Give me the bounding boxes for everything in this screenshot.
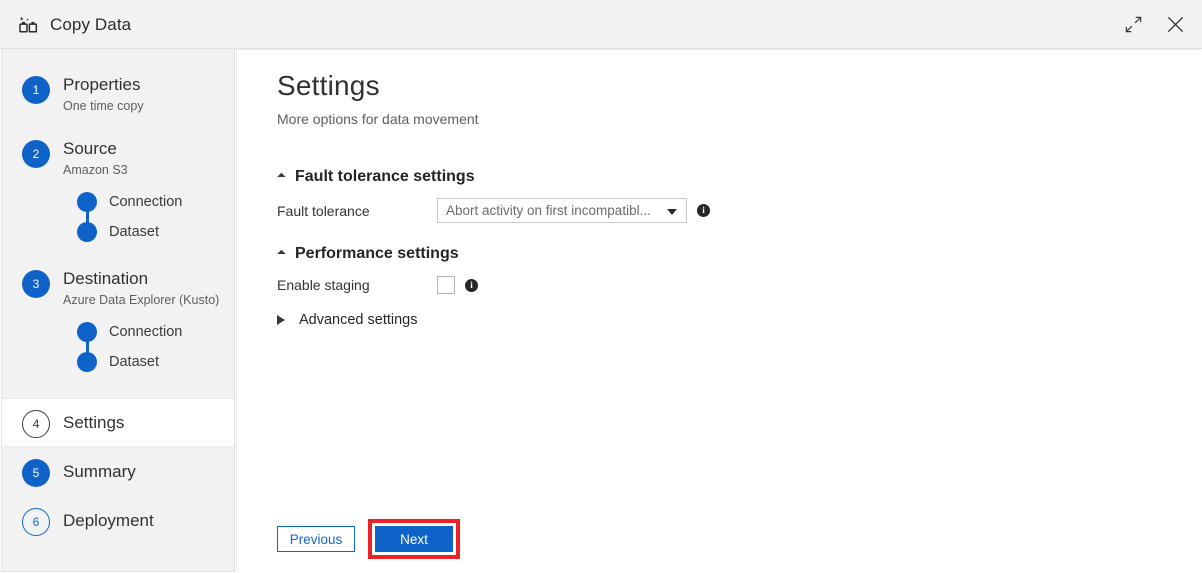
wizard-steps-sidebar: 1 Properties One time copy 2 Source Amaz… <box>1 49 235 572</box>
previous-button[interactable]: Previous <box>277 526 355 552</box>
fault-tolerance-section-header[interactable]: Fault tolerance settings <box>277 168 475 186</box>
sidebar-step-source-title: Source <box>63 138 128 160</box>
substep-connector-line <box>86 209 89 227</box>
advanced-settings-toggle[interactable]: Advanced settings <box>277 312 418 328</box>
next-button[interactable]: Next <box>375 526 453 552</box>
step-number-badge-1: 1 <box>22 76 50 104</box>
step-number-badge-6: 6 <box>22 508 50 536</box>
sidebar-step-deployment-title: Deployment <box>63 510 154 532</box>
window-controls <box>1116 0 1192 49</box>
sidebar-substep-destination-connection-label: Connection <box>109 324 182 340</box>
restore-arrows-icon <box>1124 15 1143 34</box>
info-icon[interactable]: i <box>465 279 478 292</box>
sidebar-substep-destination-dataset[interactable]: Dataset <box>77 347 234 377</box>
sidebar-step-source-labels: Source Amazon S3 <box>63 138 128 179</box>
sidebar-step-destination[interactable]: 3 Destination Azure Data Explorer (Kusto… <box>2 268 234 377</box>
sidebar-step-properties-head: 1 Properties One time copy <box>22 74 234 115</box>
window-title-group: Copy Data <box>18 0 131 49</box>
info-icon[interactable]: i <box>697 204 710 217</box>
window-title: Copy Data <box>50 15 131 35</box>
enable-staging-checkbox[interactable] <box>437 276 455 294</box>
page-title: Settings <box>277 70 380 102</box>
performance-settings-section: Performance settings <box>277 245 459 263</box>
sidebar-substep-source-dataset[interactable]: Dataset <box>77 217 234 247</box>
page-subtitle: More options for data movement <box>277 111 479 127</box>
sidebar-step-destination-head: 3 Destination Azure Data Explorer (Kusto… <box>22 268 234 309</box>
step-number-badge-2: 2 <box>22 140 50 168</box>
sidebar-substep-source-connection[interactable]: Connection <box>77 187 234 217</box>
sidebar-step-destination-labels: Destination Azure Data Explorer (Kusto) <box>63 268 219 309</box>
close-x-icon <box>1165 14 1186 35</box>
fault-tolerance-dropdown[interactable]: Abort activity on first incompatibl... <box>437 198 687 223</box>
fault-tolerance-section: Fault tolerance settings <box>277 168 475 186</box>
performance-settings-section-header[interactable]: Performance settings <box>277 245 459 263</box>
sidebar-step-settings[interactable]: 4 Settings <box>2 398 234 447</box>
step-number-badge-4: 4 <box>22 410 50 438</box>
sidebar-step-properties-title: Properties <box>63 74 144 96</box>
sidebar-step-settings-title: Settings <box>63 412 124 434</box>
sidebar-substep-source-dataset-label: Dataset <box>109 224 159 240</box>
sidebar-substep-destination-connection[interactable]: Connection <box>77 317 234 347</box>
settings-panel: Settings More options for data movement … <box>236 49 1201 572</box>
sidebar-step-source-head: 2 Source Amazon S3 <box>22 138 234 179</box>
sidebar-step-summary-title: Summary <box>63 461 136 483</box>
copy-data-icon <box>18 14 40 36</box>
sidebar-substep-source-connection-label: Connection <box>109 194 182 210</box>
sidebar-substep-destination-dataset-label: Dataset <box>109 354 159 370</box>
sidebar-step-destination-subtitle: Azure Data Explorer (Kusto) <box>63 291 219 309</box>
sidebar-step-summary[interactable]: 5 Summary <box>2 447 234 496</box>
chevron-down-icon <box>277 173 285 181</box>
wizard-footer: Previous Next <box>277 519 460 559</box>
fault-tolerance-field-row: Fault tolerance Abort activity on first … <box>277 198 710 223</box>
close-icon[interactable] <box>1158 8 1192 42</box>
advanced-settings-label: Advanced settings <box>299 312 418 328</box>
copy-data-wizard: Copy Data <box>0 0 1202 573</box>
sidebar-step-properties[interactable]: 1 Properties One time copy <box>2 74 234 115</box>
fault-tolerance-dropdown-value: Abort activity on first incompatibl... <box>446 203 651 218</box>
next-button-highlight: Next <box>368 519 460 559</box>
chevron-right-icon <box>277 315 285 325</box>
step-number-badge-3: 3 <box>22 270 50 298</box>
performance-settings-section-title: Performance settings <box>295 245 459 263</box>
window-title-bar: Copy Data <box>0 0 1202 49</box>
restore-icon[interactable] <box>1116 8 1150 42</box>
sidebar-step-source[interactable]: 2 Source Amazon S3 Connection Dataset <box>2 138 234 247</box>
step-number-badge-5: 5 <box>22 459 50 487</box>
fault-tolerance-section-title: Fault tolerance settings <box>295 168 475 186</box>
substep-connector-line <box>86 339 89 357</box>
sidebar-step-source-subtitle: Amazon S3 <box>63 161 128 179</box>
sidebar-step-destination-title: Destination <box>63 268 219 290</box>
sidebar-step-properties-labels: Properties One time copy <box>63 74 144 115</box>
sidebar-step-properties-subtitle: One time copy <box>63 97 144 115</box>
sidebar-source-substeps: Connection Dataset <box>77 187 234 247</box>
enable-staging-row: Enable staging i <box>277 276 478 294</box>
chevron-down-icon <box>277 250 285 258</box>
fault-tolerance-label: Fault tolerance <box>277 203 437 219</box>
sidebar-destination-substeps: Connection Dataset <box>77 317 234 377</box>
sidebar-step-deployment[interactable]: 6 Deployment <box>2 496 234 545</box>
chevron-down-icon <box>667 209 677 215</box>
enable-staging-label: Enable staging <box>277 277 437 293</box>
